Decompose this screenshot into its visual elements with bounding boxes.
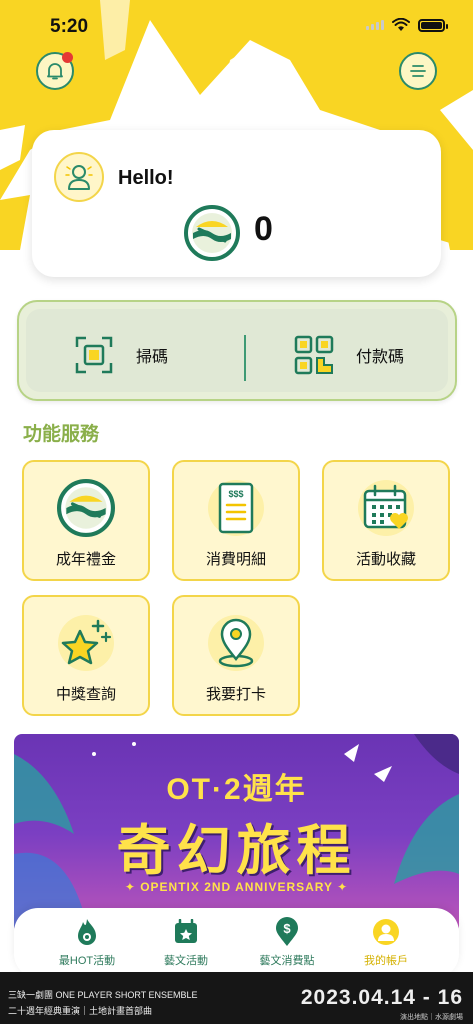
receipt-icon: $$$ — [218, 482, 254, 534]
service-tile-favorite-events[interactable]: 活動收藏 — [322, 460, 450, 581]
scan-label: 掃碼 — [136, 349, 169, 366]
menu-icon — [410, 65, 426, 77]
account-card: Hello! 0 — [32, 130, 441, 277]
wifi-icon — [392, 18, 410, 31]
bottom-tab-bar: 最HOT活動 藝文活動 $ 藝文消費點 我的帳戶 — [14, 908, 459, 978]
user-icon — [373, 919, 399, 945]
promo-date: 2023.04.14 - 16 — [300, 986, 463, 1009]
tile-label: 活動收藏 — [355, 551, 416, 568]
tab-arts-spending-spots[interactable]: $ 藝文消費點 — [242, 916, 332, 968]
menu-button[interactable] — [399, 52, 437, 90]
scan-button[interactable]: 掃碼 — [74, 335, 168, 375]
bell-icon — [47, 63, 63, 80]
banner-subtitle: ✦ OPENTIX 2ND ANNIVERSARY ✦ — [124, 880, 349, 894]
calendar-star-icon — [175, 919, 197, 943]
service-tile-prize-lookup[interactable]: 中獎查詢 — [22, 595, 150, 716]
tile-label: 我要打卡 — [205, 686, 266, 703]
svg-text:$: $ — [283, 921, 291, 936]
service-tile-coming-of-age-bonus[interactable]: 成年禮金 — [22, 460, 150, 581]
tab-label: 最HOT活動 — [58, 955, 116, 967]
notification-button[interactable] — [36, 52, 74, 90]
coin-logo-icon — [57, 479, 115, 537]
signal-icon — [366, 20, 384, 30]
tile-label: 成年禮金 — [55, 551, 116, 568]
coin-logo-icon — [184, 205, 240, 261]
greeting-text: Hello! — [118, 167, 174, 189]
tab-my-account[interactable]: 我的帳戶 — [341, 916, 431, 968]
svg-text:$$$: $$$ — [228, 489, 243, 499]
quick-actions-panel: 掃碼 付款碼 — [17, 300, 457, 401]
services-title: 功能服務 — [23, 424, 100, 445]
pay-code-button[interactable]: 付款碼 — [294, 335, 404, 375]
notification-badge — [62, 52, 73, 63]
promo-line-2: 二十週年經典重演｜土地計畫首部曲 — [8, 1006, 153, 1016]
banner-title-line: OT·2週年 — [166, 773, 307, 806]
user-icon — [65, 165, 93, 190]
tab-hot-events[interactable]: 最HOT活動 — [42, 916, 132, 968]
tab-label: 藝文活動 — [164, 955, 208, 967]
service-tile-check-in[interactable]: 我要打卡 — [172, 595, 300, 716]
tab-label: 我的帳戶 — [364, 955, 408, 967]
scan-icon — [75, 336, 113, 374]
service-tile-spending-details[interactable]: $$$ 消費明細 — [172, 460, 300, 581]
tab-label: 藝文消費點 — [259, 955, 315, 967]
tab-arts-events[interactable]: 藝文活動 — [141, 916, 231, 968]
promo-strip[interactable]: 三缺一劇團 ONE PLAYER SHORT ENSEMBLE 二十週年經典重演… — [0, 972, 473, 1024]
divider — [244, 335, 246, 381]
avatar[interactable] — [54, 152, 104, 202]
battery-icon — [418, 18, 448, 32]
banner-headline: 奇幻旅程 — [116, 821, 357, 881]
qr-code-icon — [294, 335, 334, 375]
dollar-pin-icon: $ — [276, 917, 298, 946]
tile-label: 消費明細 — [205, 551, 266, 568]
status-icons — [366, 18, 448, 32]
points-value: 0 — [254, 210, 273, 248]
promo-banner[interactable]: OT·2週年 奇幻旅程 ✦ OPENTIX 2ND ANNIVERSARY ✦ — [14, 734, 459, 934]
status-time: 5:20 — [50, 16, 89, 37]
calendar-heart-icon — [363, 484, 408, 529]
location-pin-icon — [218, 618, 254, 668]
tile-label: 中獎查詢 — [55, 686, 116, 703]
pay-code-label: 付款碼 — [356, 349, 405, 366]
promo-line-1: 三缺一劇團 ONE PLAYER SHORT ENSEMBLE — [8, 990, 198, 1000]
flame-icon — [78, 919, 96, 945]
star-icon — [61, 619, 112, 665]
status-bar: 5:20 — [0, 0, 473, 52]
promo-venue: 演出地點｜水源劇場 — [400, 1014, 463, 1021]
